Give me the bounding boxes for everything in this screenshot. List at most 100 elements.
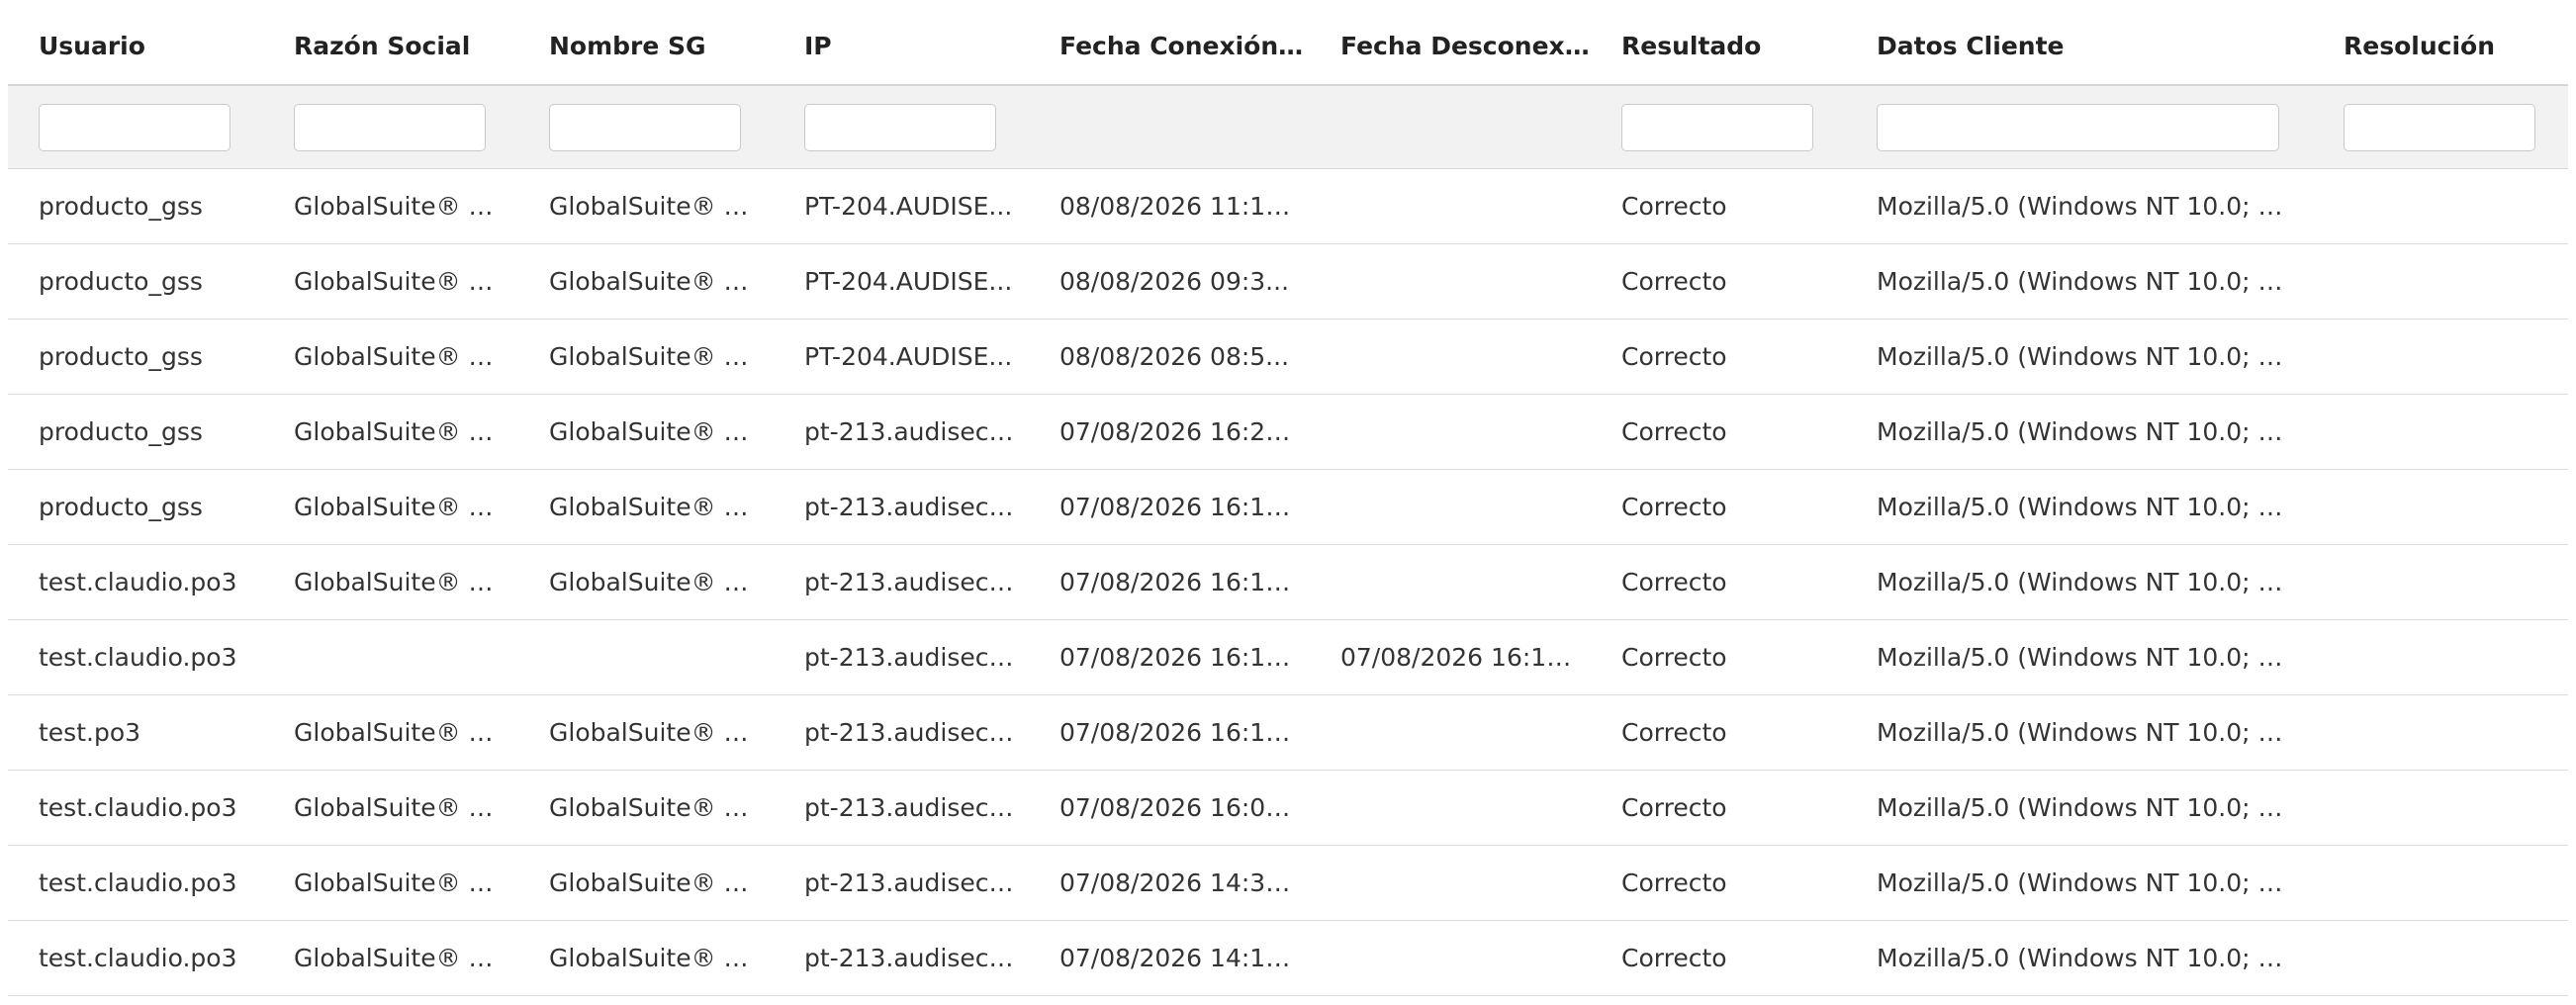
filter-input-datos-cliente[interactable] [1877, 103, 2279, 151]
cell-fecha-conexion: 07/08/2026 14:39... [1029, 845, 1310, 921]
cell-fecha-conexion: 07/08/2026 16:06... [1029, 770, 1310, 846]
table-row[interactable]: test.claudio.po3 GlobalSuite® L... Globa… [8, 544, 2568, 620]
cell-resolucion [2313, 168, 2568, 244]
filter-input-usuario[interactable] [39, 103, 230, 151]
table-row[interactable]: test.claudio.po3 GlobalSuite® L... Globa… [8, 845, 2568, 921]
cell-fecha-conexion: 08/08/2026 08:5... [1029, 319, 1310, 395]
cell-razon-social: GlobalSuite® L... [263, 920, 518, 996]
cell-ip: pt-213.audisec.... [774, 619, 1029, 695]
cell-usuario: producto_gss [8, 394, 263, 470]
cell-nombre-sg: GlobalSuite® L... [518, 168, 774, 244]
cell-resolucion [2313, 319, 2568, 395]
table-row[interactable]: test.claudio.po3 GlobalSuite® L... Globa… [8, 770, 2568, 846]
column-header-resultado[interactable]: Resultado [1591, 8, 1846, 86]
filter-input-razon-social[interactable] [294, 103, 486, 151]
filter-input-resolucion[interactable] [2344, 103, 2535, 151]
filter-input-nombre-sg[interactable] [549, 103, 741, 151]
cell-resolucion [2313, 469, 2568, 545]
cell-usuario: test.claudio.po3 [8, 770, 263, 846]
column-header-nombre-sg[interactable]: Nombre SG [518, 8, 774, 86]
cell-fecha-conexion: 07/08/2026 16:17:... [1029, 469, 1310, 545]
cell-resultado: Correcto [1591, 845, 1846, 921]
cell-resolucion [2313, 243, 2568, 320]
table-row[interactable]: producto_gss GlobalSuite® L... GlobalSui… [8, 319, 2568, 395]
cell-datos-cliente: Mozilla/5.0 (Windows NT 10.0; Wi... [1846, 168, 2313, 244]
cell-datos-cliente: Mozilla/5.0 (Windows NT 10.0; Wi... [1846, 845, 2313, 921]
cell-ip: pt-213.audisec.... [774, 770, 1029, 846]
cell-razon-social: GlobalSuite® L... [263, 469, 518, 545]
cell-razon-social: GlobalSuite® L... [263, 394, 518, 470]
cell-fecha-conexion: 08/08/2026 11:13:... [1029, 168, 1310, 244]
cell-razon-social: GlobalSuite® L... [263, 168, 518, 244]
filter-cell-resultado [1591, 85, 1846, 169]
cell-fecha-desconexion [1310, 168, 1591, 244]
cell-datos-cliente: Mozilla/5.0 (Windows NT 10.0; Wi... [1846, 694, 2313, 771]
cell-fecha-conexion: 07/08/2026 16:14:... [1029, 544, 1310, 620]
cell-fecha-conexion: 07/08/2026 14:18:... [1029, 920, 1310, 996]
cell-resolucion [2313, 845, 2568, 921]
cell-razon-social: GlobalSuite® L... [263, 845, 518, 921]
cell-nombre-sg: GlobalSuite® L... [518, 469, 774, 545]
cell-fecha-desconexion [1310, 845, 1591, 921]
table-row[interactable]: producto_gss GlobalSuite® L... GlobalSui… [8, 243, 2568, 320]
column-header-resolucion[interactable]: Resolución [2313, 8, 2568, 86]
connections-grid: Usuario Razón Social Nombre SG IP Fecha … [8, 8, 2568, 1005]
cell-fecha-conexion: 07/08/2026 16:24... [1029, 394, 1310, 470]
cell-resultado: Correcto [1591, 694, 1846, 771]
cell-usuario: test.claudio.po3 [8, 544, 263, 620]
table-row[interactable]: producto_gss GlobalSuite® L... GlobalSui… [8, 469, 2568, 545]
filter-cell-ip [774, 85, 1029, 169]
cell-usuario: producto_gss [8, 168, 263, 244]
cell-resultado: Correcto [1591, 619, 1846, 695]
cell-nombre-sg: GlobalSuite® L... [518, 845, 774, 921]
cell-resultado: Correcto [1591, 243, 1846, 320]
cell-fecha-desconexion [1310, 319, 1591, 395]
cell-fecha-conexion: 07/08/2026 16:12:... [1029, 694, 1310, 771]
cell-razon-social: GlobalSuite® L... [263, 319, 518, 395]
filter-row [8, 85, 2568, 169]
column-header-razon-social[interactable]: Razón Social [263, 8, 518, 86]
column-header-fecha-desconexion[interactable]: Fecha Desconex... [1310, 8, 1591, 86]
cell-nombre-sg: GlobalSuite® L... [518, 544, 774, 620]
connections-table: Usuario Razón Social Nombre SG IP Fecha … [8, 8, 2568, 996]
cell-resolucion [2313, 619, 2568, 695]
table-row[interactable]: test.po3 GlobalSuite® L... GlobalSuite® … [8, 694, 2568, 771]
cell-fecha-desconexion [1310, 770, 1591, 846]
cell-usuario: producto_gss [8, 243, 263, 320]
column-header-usuario[interactable]: Usuario [8, 8, 263, 86]
table-row[interactable]: producto_gss GlobalSuite® L... GlobalSui… [8, 168, 2568, 244]
cell-resultado: Correcto [1591, 770, 1846, 846]
cell-ip: pt-213.audisec.... [774, 469, 1029, 545]
cell-datos-cliente: Mozilla/5.0 (Windows NT 10.0; Wi... [1846, 770, 2313, 846]
cell-nombre-sg: GlobalSuite® L... [518, 694, 774, 771]
cell-fecha-desconexion [1310, 394, 1591, 470]
cell-ip: pt-213.audisec.... [774, 845, 1029, 921]
cell-datos-cliente: Mozilla/5.0 (Windows NT 10.0; Wi... [1846, 319, 2313, 395]
cell-ip: PT-204.AUDISE... [774, 319, 1029, 395]
cell-ip: pt-213.audisec.... [774, 544, 1029, 620]
table-row[interactable]: producto_gss GlobalSuite® L... GlobalSui… [8, 394, 2568, 470]
cell-fecha-desconexion [1310, 469, 1591, 545]
column-header-datos-cliente[interactable]: Datos Cliente [1846, 8, 2313, 86]
cell-usuario: test.po3 [8, 694, 263, 771]
cell-resultado: Correcto [1591, 394, 1846, 470]
cell-datos-cliente: Mozilla/5.0 (Windows NT 10.0; Wi... [1846, 619, 2313, 695]
column-header-fecha-conexion[interactable]: Fecha Conexión ... [1029, 8, 1310, 86]
cell-resolucion [2313, 694, 2568, 771]
column-header-ip[interactable]: IP [774, 8, 1029, 86]
cell-fecha-desconexion [1310, 243, 1591, 320]
filter-input-resultado[interactable] [1621, 103, 1813, 151]
cell-datos-cliente: Mozilla/5.0 (Windows NT 10.0; Wi... [1846, 469, 2313, 545]
cell-resultado: Correcto [1591, 469, 1846, 545]
cell-resolucion [2313, 394, 2568, 470]
cell-usuario: producto_gss [8, 469, 263, 545]
table-row[interactable]: test.claudio.po3 GlobalSuite® L... Globa… [8, 920, 2568, 996]
table-row[interactable]: test.claudio.po3 pt-213.audisec.... 07/0… [8, 619, 2568, 695]
cell-resultado: Correcto [1591, 544, 1846, 620]
cell-nombre-sg: GlobalSuite® L... [518, 394, 774, 470]
cell-razon-social: GlobalSuite® L... [263, 544, 518, 620]
cell-ip: pt-213.audisec.... [774, 920, 1029, 996]
cell-ip: pt-213.audisec.... [774, 694, 1029, 771]
cell-datos-cliente: Mozilla/5.0 (Windows NT 10.0; Wi... [1846, 544, 2313, 620]
filter-input-ip[interactable] [804, 103, 996, 151]
